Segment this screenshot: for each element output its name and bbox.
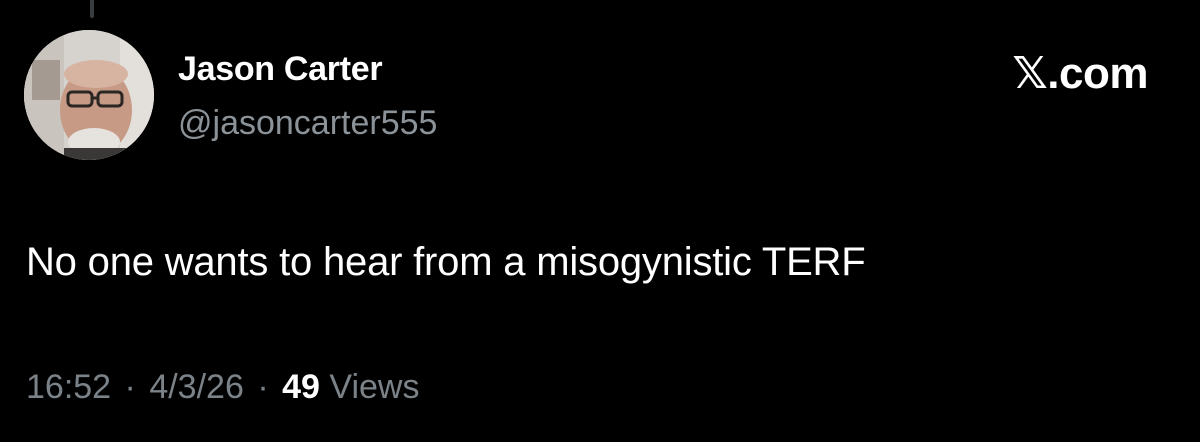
views-count[interactable]: 49 [282,368,320,406]
avatar-photo-icon [24,30,154,160]
thread-connector-line [90,0,94,18]
post-meta: 16:52 · 4/3/26 · 49 Views [26,368,419,407]
avatar[interactable] [24,30,154,160]
post-date[interactable]: 4/3/26 [149,368,244,406]
post-time[interactable]: 16:52 [26,368,111,406]
post-text: No one wants to hear from a misogynistic… [26,240,866,284]
views-label: Views [329,368,420,406]
author-display-name[interactable]: Jason Carter [178,50,383,89]
author-handle[interactable]: @jasoncarter555 [178,104,437,143]
meta-separator: · [257,368,269,406]
meta-separator: · [124,368,136,406]
x-com-brand-label: 𝕏.com [1012,49,1148,98]
